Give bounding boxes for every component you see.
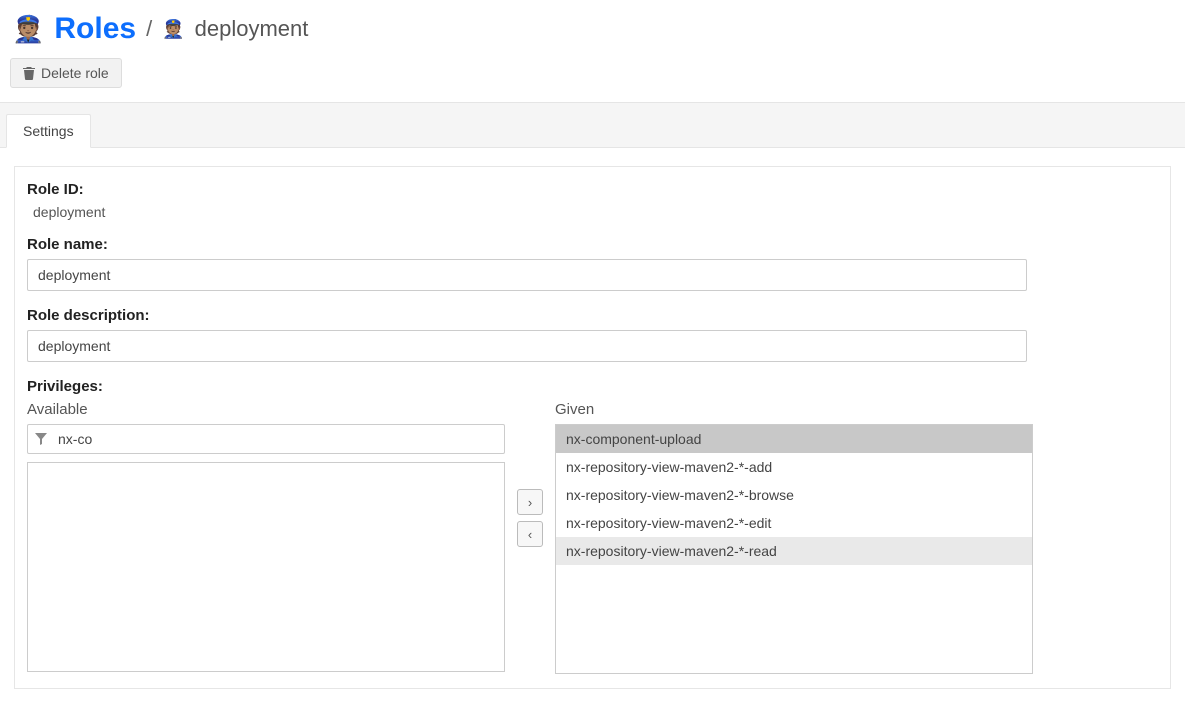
tab-settings[interactable]: Settings <box>6 114 91 148</box>
roles-icon: 👮🏽 <box>12 16 44 42</box>
toolbar: Delete role <box>0 54 1185 102</box>
trash-icon <box>23 66 35 80</box>
given-header: Given <box>555 401 1033 418</box>
role-desc-input[interactable] <box>27 330 1027 362</box>
role-desc-label: Role description: <box>27 307 1158 324</box>
role-id-label: Role ID: <box>27 181 1158 198</box>
move-right-button[interactable]: › <box>517 489 543 515</box>
move-left-button[interactable]: ‹ <box>517 521 543 547</box>
breadcrumb-current: deployment <box>195 16 309 42</box>
settings-panel: Role ID: deployment Role name: Role desc… <box>14 166 1171 689</box>
filter-icon <box>35 433 47 445</box>
delete-role-label: Delete role <box>41 65 109 81</box>
role-id-value: deployment <box>33 204 1158 220</box>
role-name-label: Role name: <box>27 236 1158 253</box>
role-icon: 👮🏽 <box>162 20 184 38</box>
list-item[interactable]: nx-repository-view-maven2-*-add <box>556 453 1032 481</box>
list-item[interactable]: nx-repository-view-maven2-*-browse <box>556 481 1032 509</box>
breadcrumb: 👮🏽 Roles / 👮🏽 deployment <box>0 0 1185 54</box>
tab-bar: Settings <box>0 102 1185 148</box>
available-header: Available <box>27 401 505 418</box>
available-filter-input[interactable] <box>27 424 505 454</box>
breadcrumb-sep: / <box>146 16 152 42</box>
available-listbox[interactable] <box>27 462 505 672</box>
list-item[interactable]: nx-repository-view-maven2-*-edit <box>556 509 1032 537</box>
privileges-label: Privileges: <box>27 378 1158 395</box>
available-column: Available <box>27 401 505 672</box>
given-listbox[interactable]: nx-component-uploadnx-repository-view-ma… <box>555 424 1033 674</box>
roles-link[interactable]: Roles <box>54 12 136 46</box>
list-item[interactable]: nx-repository-view-maven2-*-read <box>556 537 1032 565</box>
list-item[interactable]: nx-component-upload <box>556 425 1032 453</box>
given-column: Given nx-component-uploadnx-repository-v… <box>555 401 1033 674</box>
role-name-input[interactable] <box>27 259 1027 291</box>
delete-role-button[interactable]: Delete role <box>10 58 122 88</box>
